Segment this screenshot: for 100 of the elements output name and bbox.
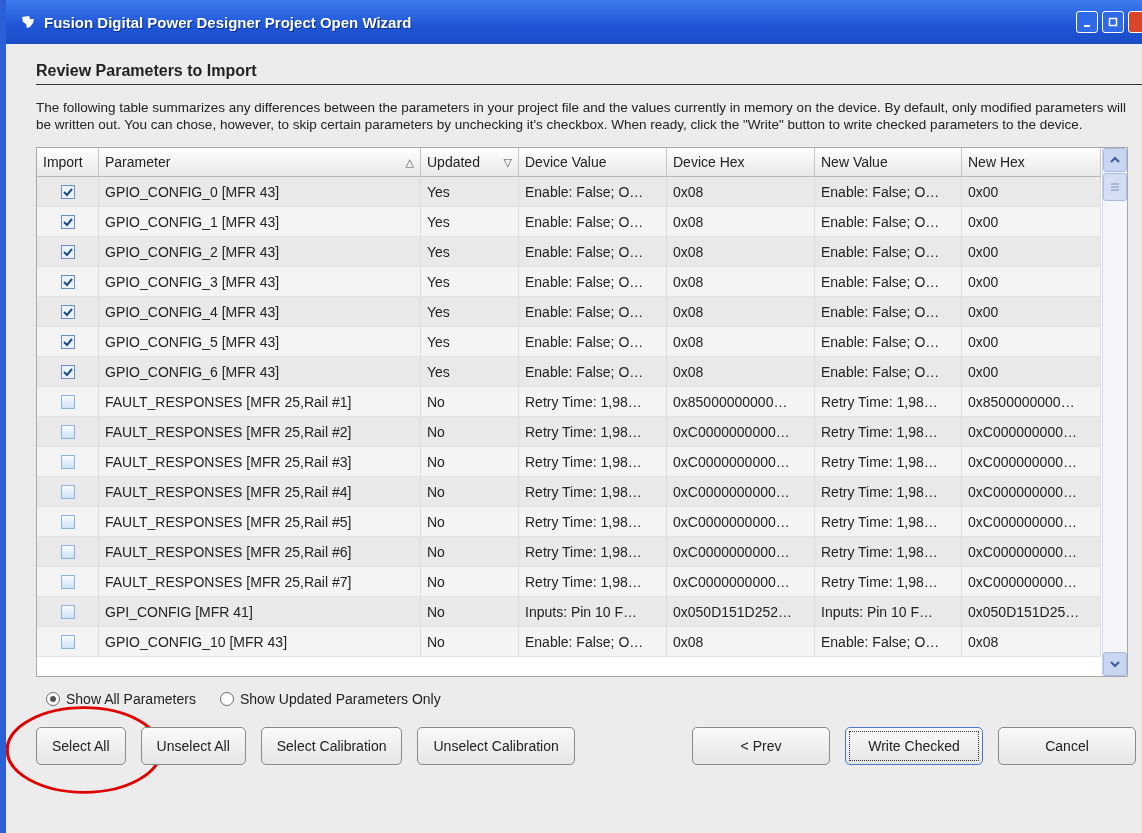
action-button[interactable]: Cancel (998, 727, 1136, 765)
table-cell: No (421, 567, 519, 596)
radio-label[interactable]: Show Updated Parameters Only (239, 691, 441, 707)
table-cell: Retry Time: 1,98… (815, 567, 962, 596)
import-checkbox[interactable] (60, 394, 75, 409)
table-cell: FAULT_RESPONSES [MFR 25,Rail #4] (99, 477, 421, 506)
description-text: The following table summarizes any differences between the parameters in your project file and the values currently in memory on the device. By default, only modified parameters will be written out. You can chose, however, to skip certain parameters by unchecking it's checkbox. When ready, click the "Write" button to write checked parameters to the device. (36, 99, 1128, 133)
import-checkbox[interactable] (60, 634, 75, 649)
maximize-button[interactable] (1102, 11, 1124, 33)
import-checkbox[interactable] (60, 334, 75, 349)
table-cell: GPIO_CONFIG_5 [MFR 43] (99, 327, 421, 356)
import-checkbox[interactable] (60, 604, 75, 619)
table-cell: FAULT_RESPONSES [MFR 25,Rail #3] (99, 447, 421, 476)
table-cell: No (421, 417, 519, 446)
table-cell: Inputs: Pin 10 F… (815, 597, 962, 626)
table-cell: GPIO_CONFIG_6 [MFR 43] (99, 357, 421, 386)
scroll-thumb[interactable] (1103, 173, 1127, 201)
table-cell: 0x00 (962, 237, 1101, 266)
action-button[interactable]: Unselect Calibration (417, 727, 575, 765)
table-cell: No (421, 387, 519, 416)
action-button[interactable]: Select All (36, 727, 126, 765)
scrollbar[interactable] (1102, 148, 1127, 676)
table-cell: 0x08 (667, 207, 815, 236)
column-header[interactable]: New Value (815, 148, 962, 176)
logo-icon (20, 14, 36, 30)
column-header[interactable]: Device Value (519, 148, 667, 176)
table-cell: 0x00 (962, 207, 1101, 236)
table-cell: 0x08 (667, 237, 815, 266)
table-cell: 0xC0000000000… (667, 477, 815, 506)
section-heading: Review Parameters to Import (36, 62, 258, 80)
import-checkbox[interactable] (60, 424, 75, 439)
import-checkbox[interactable] (60, 304, 75, 319)
table-cell: Retry Time: 1,98… (815, 477, 962, 506)
table-cell: Retry Time: 1,98… (519, 417, 667, 446)
table-cell: 0xC0000000000… (667, 507, 815, 536)
table-cell: Enable: False; O… (519, 267, 667, 296)
radio-button[interactable] (219, 692, 234, 706)
import-checkbox[interactable] (60, 574, 75, 589)
import-checkbox[interactable] (60, 454, 75, 469)
import-checkbox[interactable] (60, 484, 75, 499)
table-cell: 0x08 (667, 627, 815, 656)
table-cell: Yes (421, 177, 519, 206)
column-header[interactable]: Parameter △ (99, 148, 421, 176)
table-cell: 0x08 (962, 627, 1101, 656)
radio-button[interactable] (46, 692, 60, 706)
table-cell: No (421, 627, 519, 656)
table-cell: Yes (421, 297, 519, 326)
action-button[interactable]: Select Calibration (260, 727, 403, 765)
import-checkbox[interactable] (60, 514, 75, 529)
table-cell: Enable: False; O… (519, 627, 667, 656)
minimize-button[interactable] (1076, 11, 1098, 33)
import-checkbox[interactable] (60, 244, 75, 259)
table-cell: 0xC000000000… (962, 447, 1101, 476)
table-cell: 0x050D151D25… (962, 597, 1101, 626)
table-cell: Retry Time: 1,98… (815, 447, 962, 476)
action-button[interactable]: < Prev (692, 727, 830, 765)
table-cell: No (421, 447, 519, 476)
table-cell: Yes (421, 327, 519, 356)
column-header[interactable]: Device Hex (667, 148, 815, 176)
table-cell: Enable: False; O… (519, 327, 667, 356)
table-cell: 0x08 (667, 357, 815, 386)
table-cell: 0xC000000000… (962, 537, 1101, 566)
import-checkbox[interactable] (60, 214, 75, 229)
import-checkbox[interactable] (60, 544, 75, 559)
table-cell: Enable: False; O… (815, 357, 962, 386)
table-cell: Yes (421, 267, 519, 296)
scroll-down-button[interactable] (1103, 652, 1127, 676)
table-cell: Retry Time: 1,98… (519, 507, 667, 536)
table-cell: Retry Time: 1,98… (815, 507, 962, 536)
table-cell: FAULT_RESPONSES [MFR 25,Rail #1] (99, 387, 421, 416)
column-header[interactable]: New Hex (962, 148, 1101, 176)
table-cell: 0xC000000000… (962, 417, 1101, 446)
table-cell: GPIO_CONFIG_2 [MFR 43] (99, 237, 421, 266)
import-checkbox[interactable] (60, 184, 75, 199)
table-cell: 0x08 (667, 177, 815, 206)
table-cell: Enable: False; O… (519, 297, 667, 326)
table-cell: Retry Time: 1,98… (519, 537, 667, 566)
import-checkbox[interactable] (60, 364, 75, 379)
table-cell: 0x00 (962, 357, 1101, 386)
table-cell: Enable: False; O… (815, 327, 962, 356)
table-cell: GPIO_CONFIG_1 [MFR 43] (99, 207, 421, 236)
table-cell: 0xC000000000… (962, 567, 1101, 596)
scroll-up-button[interactable] (1103, 148, 1127, 172)
action-button[interactable]: Unselect All (140, 727, 246, 765)
table-cell: Enable: False; O… (815, 267, 962, 296)
table-cell: Enable: False; O… (519, 237, 667, 266)
grip-icon (1111, 183, 1119, 191)
table-cell: 0x00 (962, 177, 1101, 206)
column-header[interactable]: Updated ▽ (421, 148, 519, 176)
table-cell: Retry Time: 1,98… (519, 447, 667, 476)
table-cell: 0x00 (962, 297, 1101, 326)
table-cell: No (421, 537, 519, 566)
import-checkbox[interactable] (60, 274, 75, 289)
table-cell: Enable: False; O… (815, 627, 962, 656)
table-cell: Yes (421, 357, 519, 386)
radio-label[interactable]: Show All Parameters (66, 691, 196, 707)
table-cell: Enable: False; O… (519, 207, 667, 236)
action-button[interactable]: Write Checked (845, 727, 983, 765)
column-header[interactable]: Import (37, 148, 99, 176)
table-cell: GPIO_CONFIG_0 [MFR 43] (99, 177, 421, 206)
